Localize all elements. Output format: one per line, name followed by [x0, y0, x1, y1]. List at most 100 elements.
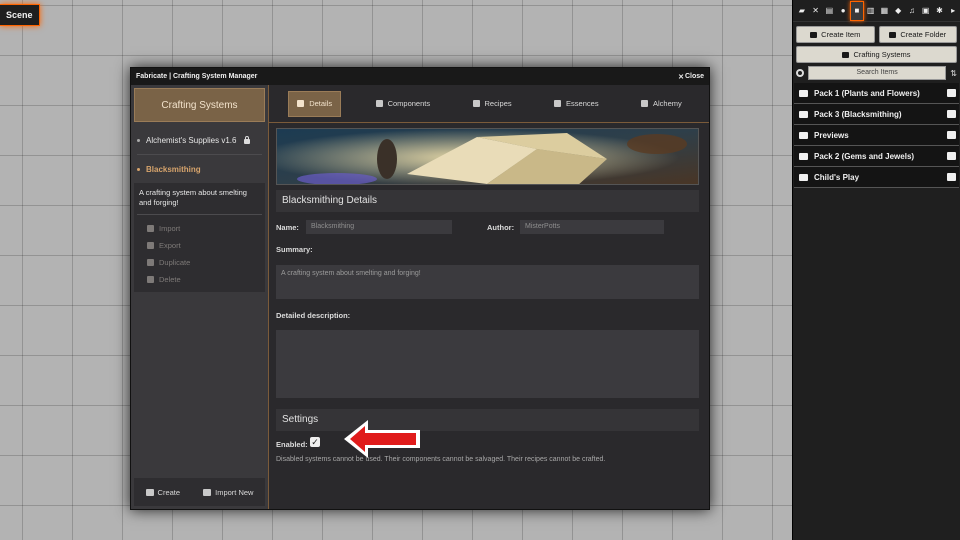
trash-icon	[147, 276, 154, 283]
create-icon	[145, 488, 154, 496]
tab-recipes[interactable]: Recipes	[465, 91, 520, 117]
book-icon	[297, 100, 305, 107]
system-item-alchemists-supplies[interactable]: Alchemist's Supplies v1.6	[137, 127, 262, 155]
create-button[interactable]: Create	[145, 487, 181, 497]
crafting-systems-panel: Crafting Systems Alchemist's Supplies v1…	[131, 85, 269, 509]
left-footer: Create Import New	[134, 478, 265, 506]
summary-textarea[interactable]: A crafting system about smelting and for…	[276, 265, 699, 299]
details-section-title: Blacksmithing Details	[276, 190, 699, 212]
expand-icon[interactable]: ▸	[946, 1, 960, 21]
bullet-icon	[137, 167, 140, 171]
tables-icon[interactable]: ▦	[878, 1, 892, 21]
detailed-description-textarea[interactable]	[276, 330, 699, 398]
tab-components[interactable]: Components	[368, 91, 439, 117]
settings-note: Disabled systems cannot be used. Their c…	[276, 456, 606, 463]
add-to-folder-icon[interactable]	[947, 152, 956, 160]
recipe-book-icon	[472, 100, 480, 107]
close-button[interactable]: ✕ Close	[678, 73, 704, 81]
add-to-folder-icon[interactable]	[947, 89, 956, 97]
add-to-folder-icon[interactable]	[947, 173, 956, 181]
journal-icon[interactable]: ▥	[864, 1, 878, 21]
import-button[interactable]: Import	[137, 220, 262, 237]
settings-icon[interactable]: ✱	[933, 1, 947, 21]
delete-label: Delete	[159, 275, 181, 284]
sort-icon[interactable]: ⇅	[950, 69, 957, 78]
selected-system-panel: A crafting system about smelting and for…	[134, 183, 265, 292]
sidebar-tabs: ▰ ✕ ▤ ● ■ ▥ ▦ ◆ ♫ ▣ ✱ ▸	[793, 0, 960, 22]
create-label: Create	[157, 487, 181, 497]
folder-icon	[799, 173, 808, 181]
name-label: Name:	[276, 223, 299, 232]
cubes-icon	[375, 100, 383, 107]
tab-label: Alchemy	[653, 99, 682, 108]
chat-icon[interactable]: ▰	[795, 1, 809, 21]
folder-label: Pack 1 (Plants and Flowers)	[814, 88, 920, 98]
scenes-icon[interactable]: ▤	[823, 1, 837, 21]
folder-icon	[889, 31, 897, 38]
window-title: Fabricate | Crafting System Manager	[136, 73, 258, 80]
folder-label: Child's Play	[814, 172, 860, 182]
folder-item[interactable]: Pack 1 (Plants and Flowers)	[794, 83, 959, 104]
add-to-folder-icon[interactable]	[947, 110, 956, 118]
bullet-icon	[137, 139, 140, 142]
compendium-icon[interactable]: ▣	[919, 1, 933, 21]
export-button[interactable]: Export	[137, 237, 262, 254]
create-folder-label: Create Folder	[900, 30, 947, 39]
crafting-system-manager-window: Fabricate | Crafting System Manager ✕ Cl…	[130, 67, 710, 510]
folder-label: Pack 3 (Blacksmithing)	[814, 109, 902, 119]
combat-icon[interactable]: ✕	[809, 1, 823, 21]
tab-label: Components	[387, 99, 431, 108]
import-new-icon	[203, 488, 212, 496]
tab-essences[interactable]: Essences	[546, 91, 607, 117]
wand-icon	[554, 100, 562, 107]
summary-label: Summary:	[276, 245, 313, 254]
lock-icon	[244, 136, 251, 144]
window-header[interactable]: Fabricate | Crafting System Manager ✕ Cl…	[131, 68, 709, 85]
tab-label: Essences	[566, 99, 599, 108]
settings-section-title: Settings	[276, 409, 699, 431]
tab-label: Recipes	[484, 99, 512, 108]
tab-alchemy[interactable]: Alchemy	[633, 91, 690, 117]
import-new-button[interactable]: Import New	[203, 488, 253, 497]
export-icon	[147, 242, 154, 249]
sidebar: ▰ ✕ ▤ ● ■ ▥ ▦ ◆ ♫ ▣ ✱ ▸ Create Item Crea…	[792, 0, 960, 540]
crafting-systems-label: Crafting Systems	[853, 50, 911, 59]
items-icon[interactable]: ■	[850, 0, 864, 21]
tab-bar: Details Components Recipes Essences Alch…	[269, 85, 709, 123]
playlists-icon[interactable]: ♫	[905, 1, 919, 21]
enabled-checkbox[interactable]: ✓	[310, 437, 320, 447]
folder-icon	[799, 89, 808, 97]
duplicate-button[interactable]: Duplicate	[137, 254, 262, 271]
cards-icon[interactable]: ◆	[891, 1, 905, 21]
import-label: Import	[159, 224, 181, 233]
system-details-panel: Details Components Recipes Essences Alch…	[269, 85, 709, 509]
name-input[interactable]: Blacksmithing	[306, 220, 452, 234]
actors-icon[interactable]: ●	[836, 1, 850, 21]
tab-details[interactable]: Details	[288, 90, 342, 117]
search-icon	[796, 69, 804, 77]
folder-item[interactable]: Pack 3 (Blacksmithing)	[794, 104, 959, 125]
export-label: Export	[159, 241, 181, 250]
folder-icon	[799, 131, 808, 139]
system-item-blacksmithing[interactable]: Blacksmithing	[137, 155, 262, 183]
delete-button[interactable]: Delete	[137, 271, 262, 288]
close-label: Close	[684, 73, 704, 80]
crafting-systems-button[interactable]: Crafting Systems	[796, 46, 957, 63]
search-input[interactable]: Search Items	[808, 66, 947, 80]
system-name: Alchemist's Supplies v1.6	[146, 136, 237, 145]
create-item-button[interactable]: Create Item	[796, 26, 875, 43]
duplicate-label: Duplicate	[159, 258, 191, 267]
selected-system-description: A crafting system about smelting and for…	[137, 188, 262, 215]
folder-item[interactable]: Previews	[794, 125, 959, 146]
flask-icon	[641, 100, 648, 107]
folder-icon	[799, 152, 808, 160]
folder-item[interactable]: Pack 2 (Gems and Jewels)	[794, 146, 959, 167]
anvil-icon	[842, 51, 850, 58]
author-input[interactable]: MisterPotts	[520, 220, 664, 234]
add-to-folder-icon[interactable]	[947, 131, 956, 139]
folder-item[interactable]: Child's Play	[794, 167, 959, 188]
detailed-description-label: Detailed description:	[276, 311, 351, 320]
import-icon	[147, 225, 154, 232]
scene-button[interactable]: Scene	[0, 4, 40, 26]
create-folder-button[interactable]: Create Folder	[878, 26, 957, 43]
